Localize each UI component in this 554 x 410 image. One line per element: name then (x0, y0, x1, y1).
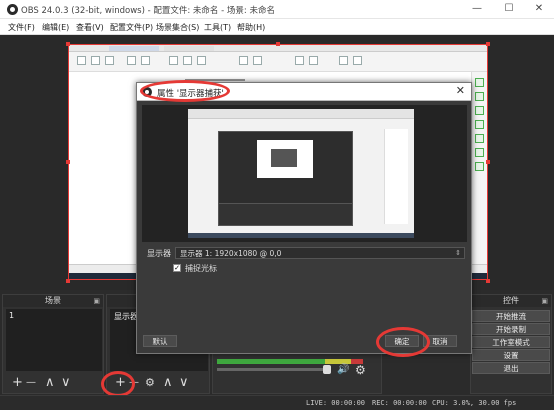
remove-scene-button[interactable]: — (26, 376, 36, 389)
start-recording-button[interactable]: 开始录制 (472, 323, 550, 335)
dock-float-icon[interactable]: ▣ (93, 295, 100, 307)
resize-handle[interactable] (66, 279, 70, 283)
scene-item[interactable]: 1 (9, 311, 14, 320)
audio-meter (217, 359, 325, 364)
source-settings-button[interactable]: ⚙ (145, 376, 155, 389)
nested-taskbar (188, 233, 414, 238)
cpu-fps: CPU: 3.0%, 30.00 fps (432, 399, 517, 407)
rec-time: REC: 00:00:00 (372, 399, 427, 407)
close-window-button[interactable]: ✕ (528, 1, 550, 17)
display-row: 显示器 显示器 1: 1920x1080 @ 0,0 ⇕ (147, 247, 465, 259)
add-scene-button[interactable]: + (12, 376, 23, 389)
nested-obs-window (218, 131, 353, 226)
dropdown-arrow-icon: ⇕ (455, 249, 461, 257)
captured-ribbon (69, 52, 487, 72)
menu-tools[interactable]: 工具(T) (204, 22, 231, 33)
scenes-list[interactable]: 1 (6, 309, 102, 371)
move-scene-up-button[interactable]: ∧ (45, 376, 55, 389)
mixer-settings-icon[interactable]: ⚙ (355, 363, 366, 377)
scenes-dock: 场景 ▣ 1 + — ∧ ∨ (2, 294, 104, 394)
volume-slider-handle[interactable] (323, 365, 331, 374)
resize-handle[interactable] (66, 160, 70, 164)
dialog-preview (142, 105, 467, 242)
exit-button[interactable]: 退出 (472, 362, 550, 374)
move-source-down-button[interactable]: ∨ (179, 376, 189, 389)
resize-handle[interactable] (486, 279, 490, 283)
source-item[interactable]: 显示器 (114, 311, 138, 322)
captured-side-panel (471, 72, 487, 272)
menu-file[interactable]: 文件(F) (8, 22, 35, 33)
controls-title: 控件 ▣ (471, 295, 551, 307)
annotation-ellipse (376, 327, 430, 357)
annotation-ellipse (140, 80, 230, 102)
captured-window-tabs (69, 45, 487, 52)
live-time: LIVE: 00:00:00 (306, 399, 366, 407)
resize-handle[interactable] (276, 42, 280, 46)
display-select[interactable]: 显示器 1: 1920x1080 @ 0,0 ⇕ (175, 247, 465, 259)
checkbox-icon[interactable]: ✓ (173, 264, 181, 272)
status-bar: LIVE: 00:00:00 REC: 00:00:00 CPU: 3.0%, … (0, 395, 554, 410)
capture-cursor-label: 捕捉光标 (185, 264, 217, 273)
menu-view[interactable]: 查看(V) (76, 22, 104, 33)
nested-side-panel (384, 129, 408, 224)
dialog-close-button[interactable]: ✕ (456, 84, 465, 97)
dock-float-icon[interactable]: ▣ (541, 295, 548, 307)
settings-button[interactable]: 设置 (472, 349, 550, 361)
annotation-ellipse (101, 371, 135, 397)
display-label: 显示器 (147, 249, 171, 258)
resize-handle[interactable] (486, 42, 490, 46)
window-title: OBS 24.0.3 (32-bit, windows) - 配置文件: 未命名… (21, 6, 275, 16)
menu-bar: 文件(F) 编辑(E) 查看(V) 配置文件(P) 场景集合(S) 工具(T) … (0, 19, 554, 35)
resize-handle[interactable] (486, 160, 490, 164)
start-streaming-button[interactable]: 开始推流 (472, 310, 550, 322)
obs-logo-icon (7, 4, 18, 15)
menu-help[interactable]: 帮助(H) (237, 22, 265, 33)
menu-edit[interactable]: 编辑(E) (42, 22, 69, 33)
mute-icon[interactable]: 🔊 (337, 364, 349, 375)
resize-handle[interactable] (66, 42, 70, 46)
properties-dialog: 属性 '显示器捕获' ✕ 显示器 显示器 1: 1920x1080 @ 0,0 … (136, 82, 472, 354)
move-source-up-button[interactable]: ∧ (163, 376, 173, 389)
menu-profile[interactable]: 配置文件(P) (110, 22, 153, 33)
window-titlebar: OBS 24.0.3 (32-bit, windows) - 配置文件: 未命名… (0, 0, 554, 19)
scenes-toolbar: + — ∧ ∨ (3, 373, 103, 393)
scenes-title: 场景 ▣ (3, 295, 103, 307)
studio-mode-button[interactable]: 工作室模式 (472, 336, 550, 348)
defaults-button[interactable]: 默认 (143, 335, 177, 347)
menu-scene-collection[interactable]: 场景集合(S) (156, 22, 199, 33)
minimize-button[interactable]: — (466, 1, 488, 17)
dialog-preview-screen (188, 109, 414, 238)
volume-slider-track[interactable] (217, 368, 327, 371)
maximize-button[interactable]: ☐ (498, 1, 520, 17)
move-scene-down-button[interactable]: ∨ (61, 376, 71, 389)
